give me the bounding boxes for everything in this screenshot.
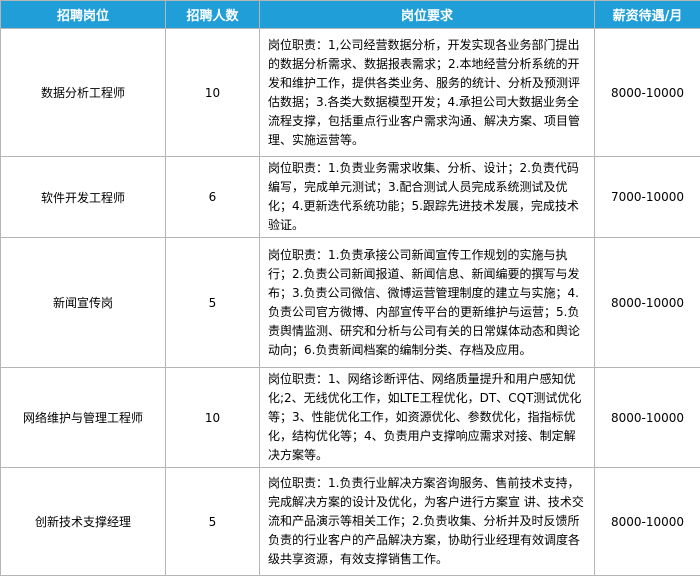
table-header-row: 招聘岗位 招聘人数 岗位要求 薪资待遇/月 bbox=[1, 1, 700, 29]
job-salary: 8000-10000 bbox=[595, 468, 700, 576]
job-salary: 8000-10000 bbox=[595, 238, 700, 368]
recruitment-table: 招聘岗位 招聘人数 岗位要求 薪资待遇/月 数据分析工程师 10 岗位职责：1,… bbox=[0, 0, 700, 576]
header-requirement: 岗位要求 bbox=[260, 1, 595, 29]
job-title: 新闻宣传岗 bbox=[1, 238, 166, 368]
job-salary: 7000-10000 bbox=[595, 157, 700, 238]
header-count: 招聘人数 bbox=[166, 1, 260, 29]
job-requirement: 岗位职责：1.负责承接公司新闻宣传工作规划的实施与执行；2.负责公司新闻报道、新… bbox=[260, 238, 595, 368]
job-salary: 8000-10000 bbox=[595, 368, 700, 468]
job-requirement: 岗位职责：1、网络诊断评估、网络质量提升和用户感知优化;2、无线优化工作，如LT… bbox=[260, 368, 595, 468]
job-title: 创新技术支撑经理 bbox=[1, 468, 166, 576]
table-row: 网络维护与管理工程师 10 岗位职责：1、网络诊断评估、网络质量提升和用户感知优… bbox=[1, 368, 700, 468]
header-title: 招聘岗位 bbox=[1, 1, 166, 29]
table-row: 创新技术支撑经理 5 岗位职责：1.负责行业解决方案咨询服务、售前技术支持，完成… bbox=[1, 468, 700, 576]
job-requirement: 岗位职责：1.负责业务需求收集、分析、设计；2.负责代码编写，完成单元测试；3.… bbox=[260, 157, 595, 238]
job-count: 5 bbox=[166, 468, 260, 576]
job-count: 5 bbox=[166, 238, 260, 368]
job-count: 10 bbox=[166, 29, 260, 157]
table-row: 数据分析工程师 10 岗位职责：1,公司经营数据分析，开发实现各业务部门提出的数… bbox=[1, 29, 700, 157]
table-row: 软件开发工程师 6 岗位职责：1.负责业务需求收集、分析、设计；2.负责代码编写… bbox=[1, 157, 700, 238]
job-count: 10 bbox=[166, 368, 260, 468]
job-requirement: 岗位职责：1.负责行业解决方案咨询服务、售前技术支持，完成解决方案的设计及优化，… bbox=[260, 468, 595, 576]
job-title: 数据分析工程师 bbox=[1, 29, 166, 157]
job-count: 6 bbox=[166, 157, 260, 238]
job-salary: 8000-10000 bbox=[595, 29, 700, 157]
job-title: 软件开发工程师 bbox=[1, 157, 166, 238]
job-title: 网络维护与管理工程师 bbox=[1, 368, 166, 468]
table-row: 新闻宣传岗 5 岗位职责：1.负责承接公司新闻宣传工作规划的实施与执行；2.负责… bbox=[1, 238, 700, 368]
header-salary: 薪资待遇/月 bbox=[595, 1, 700, 29]
job-requirement: 岗位职责：1,公司经营数据分析，开发实现各业务部门提出的数据分析需求、数据报表需… bbox=[260, 29, 595, 157]
